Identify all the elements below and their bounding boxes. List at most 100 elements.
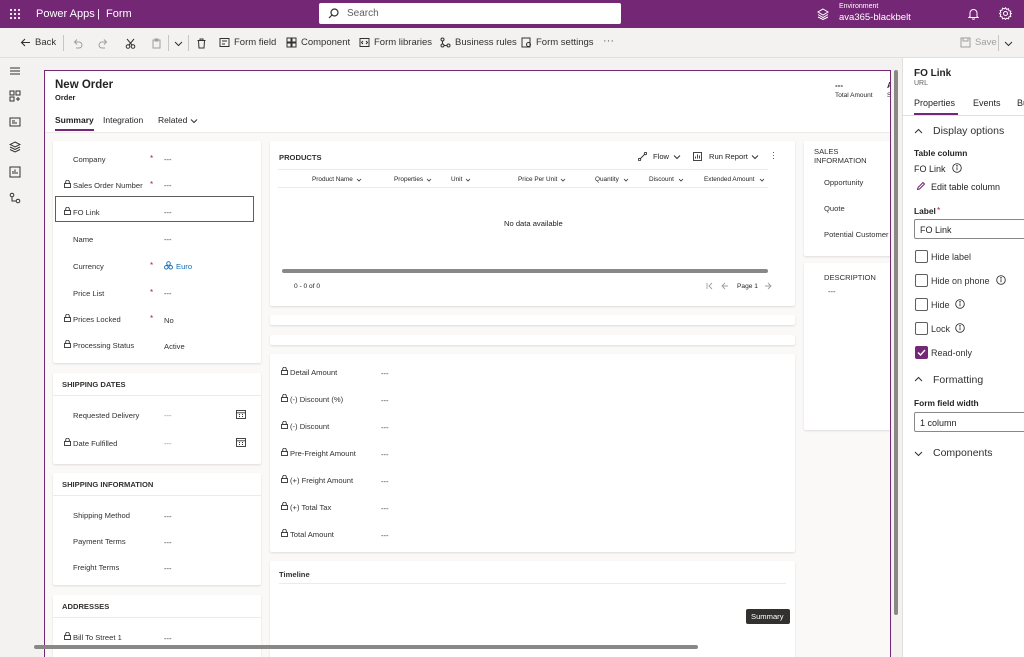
app-launcher-icon[interactable] (9, 8, 21, 20)
field-value-shipping-method[interactable]: --- (164, 512, 172, 521)
info-icon[interactable] (996, 275, 1006, 287)
chevron-down-icon[interactable] (914, 449, 923, 460)
related-chevron-down-icon[interactable] (190, 117, 198, 127)
field-value-discount-percent[interactable]: --- (381, 396, 389, 405)
field-value-date-fulfilled[interactable]: --- (164, 439, 172, 448)
form-field-button[interactable]: Form field (219, 37, 276, 48)
previous-page-icon[interactable] (721, 282, 729, 292)
field-value-total-amount[interactable]: --- (381, 531, 389, 540)
field-value-payment-terms[interactable]: --- (164, 538, 172, 547)
field-value-freight-amount[interactable]: --- (381, 477, 389, 486)
component-button[interactable]: Component (286, 37, 350, 48)
label-input[interactable]: FO Link (914, 219, 1024, 239)
column-header-price-per-unit[interactable]: Price Per Unit (518, 176, 557, 183)
back-arrow-icon (20, 38, 30, 47)
hamburger-menu-icon[interactable] (9, 65, 21, 77)
horizontal-scrollbar[interactable] (282, 269, 768, 273)
calendar-icon[interactable] (236, 409, 246, 421)
paste-icon[interactable] (151, 38, 162, 51)
tab-events[interactable]: Events (973, 98, 1001, 108)
app-name[interactable]: Power Apps (36, 8, 95, 20)
field-value-total-tax[interactable]: --- (381, 504, 389, 513)
column-header-quantity[interactable]: Quantity (595, 176, 619, 183)
hide-label-checkbox[interactable] (915, 250, 928, 263)
edit-table-column-link[interactable]: Edit table column (931, 182, 1000, 192)
tree-view-icon[interactable] (8, 141, 22, 153)
field-value-price-list[interactable]: --- (164, 289, 172, 298)
tab-related[interactable]: Related (158, 115, 187, 125)
search-box[interactable]: Search (319, 3, 621, 24)
column-header-properties[interactable]: Properties (394, 176, 423, 183)
save-chevron-down-icon[interactable] (1004, 39, 1013, 50)
field-value-freight-terms[interactable]: --- (164, 564, 172, 573)
field-value-processing-status[interactable]: Active (164, 342, 185, 351)
components-heading[interactable]: Components (933, 447, 993, 459)
column-header-discount[interactable]: Discount (649, 176, 674, 183)
first-page-icon[interactable] (706, 282, 714, 292)
settings-gear-icon[interactable] (998, 7, 1013, 22)
run-report-button[interactable]: Run Report (709, 152, 748, 161)
info-icon[interactable] (952, 163, 962, 175)
hide-checkbox[interactable] (915, 298, 928, 311)
canvas-horizontal-scrollbar[interactable] (34, 645, 698, 649)
field-value-discount[interactable]: --- (381, 423, 389, 432)
checkmark-icon (917, 349, 926, 357)
business-rules-icon (440, 37, 451, 48)
column-header-product-name[interactable]: Product Name (312, 176, 353, 183)
field-value-description[interactable]: --- (828, 287, 836, 296)
environment-name[interactable]: ava365-blackbelt (839, 12, 911, 23)
chevron-down-icon[interactable] (174, 39, 183, 50)
bell-icon[interactable] (967, 8, 980, 22)
info-icon[interactable] (955, 323, 965, 335)
column-header-extended-amount[interactable]: Extended Amount (704, 176, 754, 183)
field-value-name[interactable]: --- (164, 235, 172, 244)
sort-chevron-icon (560, 176, 566, 185)
redo-icon[interactable] (98, 38, 109, 51)
flow-button[interactable]: Flow (653, 152, 669, 161)
chevron-up-icon[interactable] (914, 375, 923, 386)
more-options-icon[interactable]: ··· (769, 151, 779, 160)
tab-business-rules[interactable]: Bu (1017, 98, 1024, 108)
column-header-unit[interactable]: Unit (451, 176, 462, 183)
field-value-currency[interactable]: Euro (176, 262, 192, 271)
back-button[interactable]: Back (20, 37, 56, 48)
hide-on-phone-checkbox[interactable] (915, 274, 928, 287)
info-icon[interactable] (955, 299, 965, 311)
tab-summary[interactable]: Summary (55, 115, 94, 125)
field-value-company[interactable]: --- (164, 155, 172, 164)
form-settings-button[interactable]: Form settings (521, 37, 594, 48)
business-rules-button[interactable]: Business rules (440, 37, 517, 48)
chevron-up-icon[interactable] (914, 127, 923, 138)
table-columns-icon[interactable] (9, 116, 21, 128)
business-rules-rail-icon[interactable] (9, 192, 21, 204)
cut-icon[interactable] (125, 38, 136, 51)
tab-integration[interactable]: Integration (103, 115, 143, 125)
form-libraries-button[interactable]: Form libraries (359, 37, 432, 48)
lock-checkbox[interactable] (915, 322, 928, 335)
save-button[interactable]: Save (960, 37, 997, 48)
form-libraries-rail-icon[interactable] (9, 166, 21, 178)
field-value-bill-to-street-1[interactable]: --- (164, 634, 172, 643)
field-value-pre-freight-amount[interactable]: --- (381, 450, 389, 459)
tab-properties[interactable]: Properties (914, 98, 955, 108)
flow-chevron-down-icon[interactable] (673, 153, 681, 163)
delete-icon[interactable] (196, 38, 207, 51)
run-report-chevron-down-icon[interactable] (751, 153, 759, 163)
formatting-heading[interactable]: Formatting (933, 374, 983, 386)
components-icon[interactable] (9, 90, 21, 102)
field-value-fo-link[interactable]: --- (164, 208, 172, 217)
undo-icon[interactable] (72, 38, 83, 51)
calendar-icon[interactable] (236, 437, 246, 449)
more-commands-button[interactable]: ··· (603, 35, 614, 47)
pencil-icon[interactable] (916, 181, 926, 193)
next-page-icon[interactable] (764, 282, 772, 292)
read-only-checkbox[interactable] (915, 346, 928, 359)
tabs-divider (903, 115, 1024, 116)
field-value-requested-delivery[interactable]: --- (164, 411, 172, 420)
field-value-detail-amount[interactable]: --- (381, 369, 389, 378)
canvas-vertical-scrollbar[interactable] (894, 70, 898, 615)
field-value-sales-order-number[interactable]: --- (164, 181, 172, 190)
form-field-width-dropdown[interactable]: 1 column (914, 412, 1024, 432)
display-options-heading[interactable]: Display options (933, 125, 1004, 137)
field-value-prices-locked[interactable]: No (164, 316, 174, 325)
